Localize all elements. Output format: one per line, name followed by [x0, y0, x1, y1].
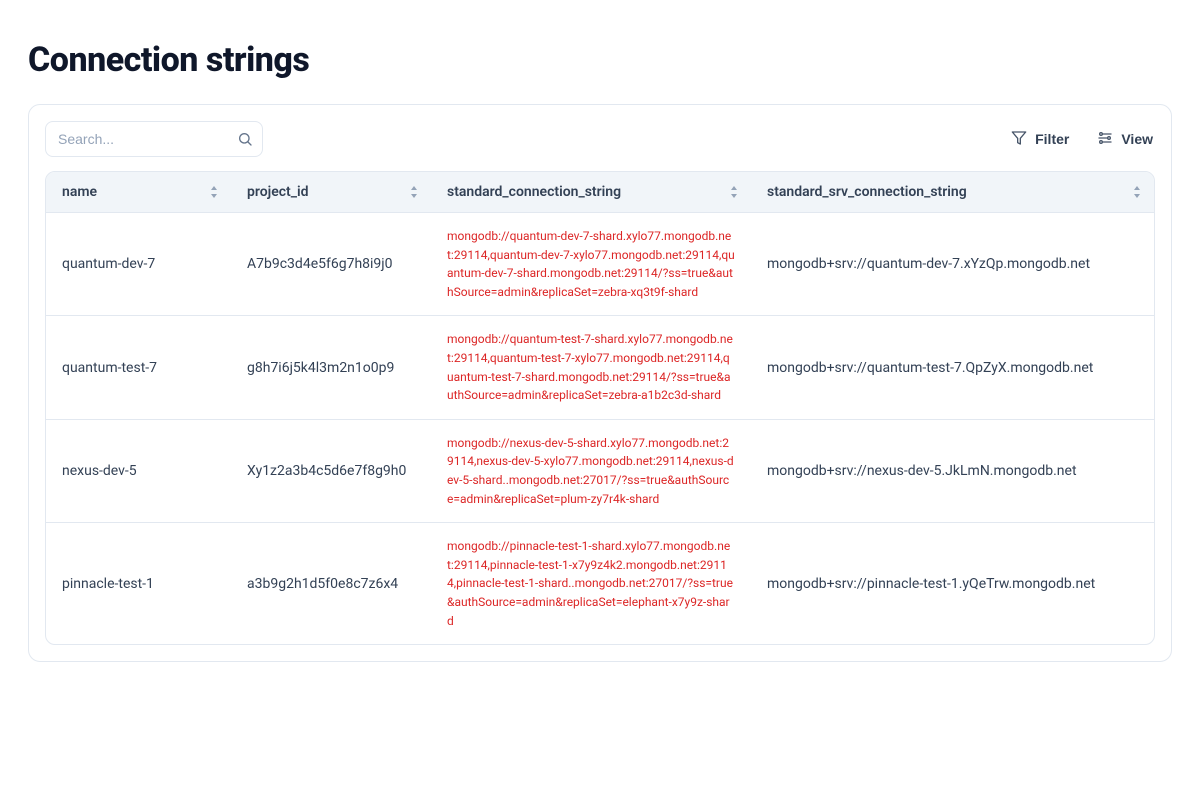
table-header-row: name project_id standard_c	[46, 172, 1154, 213]
toolbar-actions: Filter View	[1009, 126, 1155, 153]
col-header-name-label: name	[62, 184, 97, 200]
col-header-project-id[interactable]: project_id	[231, 172, 431, 213]
cell-standard-connection-string: mongodb://pinnacle-test-1-shard.xylo77.m…	[447, 537, 735, 630]
table-container: name project_id standard_c	[45, 171, 1155, 645]
cell-standard-srv-connection-string: mongodb+srv://quantum-test-7.QpZyX.mongo…	[767, 360, 1138, 376]
cell-standard-connection-string: mongodb://quantum-dev-7-shard.xylo77.mon…	[447, 227, 735, 301]
cell-standard-connection-string: mongodb://quantum-test-7-shard.xylo77.mo…	[447, 330, 735, 404]
connections-table: name project_id standard_c	[46, 172, 1154, 644]
view-button[interactable]: View	[1095, 126, 1155, 153]
sort-icon	[409, 186, 419, 198]
col-header-project-id-label: project_id	[247, 184, 309, 200]
view-label: View	[1121, 131, 1153, 147]
cell-standard-srv-connection-string: mongodb+srv://pinnacle-test-1.yQeTrw.mon…	[767, 576, 1138, 592]
cell-standard-srv-connection-string: mongodb+srv://quantum-dev-7.xYzQp.mongod…	[767, 256, 1138, 272]
search-input[interactable]	[45, 121, 263, 157]
cell-project-id: a3b9g2h1d5f0e8c7z6x4	[231, 523, 431, 644]
col-header-standard-connection-string-label: standard_connection_string	[447, 184, 621, 200]
cell-project-id: g8h7i6j5k4l3m2n1o0p9	[231, 316, 431, 419]
table-row: nexus-dev-5 Xy1z2a3b4c5d6e7f8g9h0 mongod…	[46, 419, 1154, 522]
filter-label: Filter	[1035, 131, 1069, 147]
table-row: quantum-dev-7 A7b9c3d4e5f6g7h8i9j0 mongo…	[46, 213, 1154, 316]
filter-button[interactable]: Filter	[1009, 126, 1071, 153]
col-header-standard-srv-connection-string[interactable]: standard_srv_connection_string	[751, 172, 1154, 213]
cell-project-id: A7b9c3d4e5f6g7h8i9j0	[231, 213, 431, 316]
search-wrap	[45, 121, 263, 157]
toolbar: Filter View	[45, 121, 1155, 157]
connections-card: Filter View name	[28, 104, 1172, 662]
cell-standard-srv-connection-string: mongodb+srv://nexus-dev-5.JkLmN.mongodb.…	[767, 463, 1138, 479]
col-header-standard-connection-string[interactable]: standard_connection_string	[431, 172, 751, 213]
cell-name: quantum-test-7	[46, 316, 231, 419]
col-header-name[interactable]: name	[46, 172, 231, 213]
page-title: Connection strings	[28, 40, 1172, 80]
sliders-icon	[1097, 130, 1113, 149]
sort-icon	[729, 186, 739, 198]
table-row: pinnacle-test-1 a3b9g2h1d5f0e8c7z6x4 mon…	[46, 523, 1154, 644]
search-icon	[237, 131, 253, 147]
sort-icon	[209, 186, 219, 198]
cell-project-id: Xy1z2a3b4c5d6e7f8g9h0	[231, 419, 431, 522]
col-header-standard-srv-connection-string-label: standard_srv_connection_string	[767, 184, 967, 200]
cell-name: quantum-dev-7	[46, 213, 231, 316]
cell-name: pinnacle-test-1	[46, 523, 231, 644]
sort-icon	[1132, 186, 1142, 198]
filter-icon	[1011, 130, 1027, 149]
table-row: quantum-test-7 g8h7i6j5k4l3m2n1o0p9 mong…	[46, 316, 1154, 419]
cell-standard-connection-string: mongodb://nexus-dev-5-shard.xylo77.mongo…	[447, 434, 735, 508]
cell-name: nexus-dev-5	[46, 419, 231, 522]
